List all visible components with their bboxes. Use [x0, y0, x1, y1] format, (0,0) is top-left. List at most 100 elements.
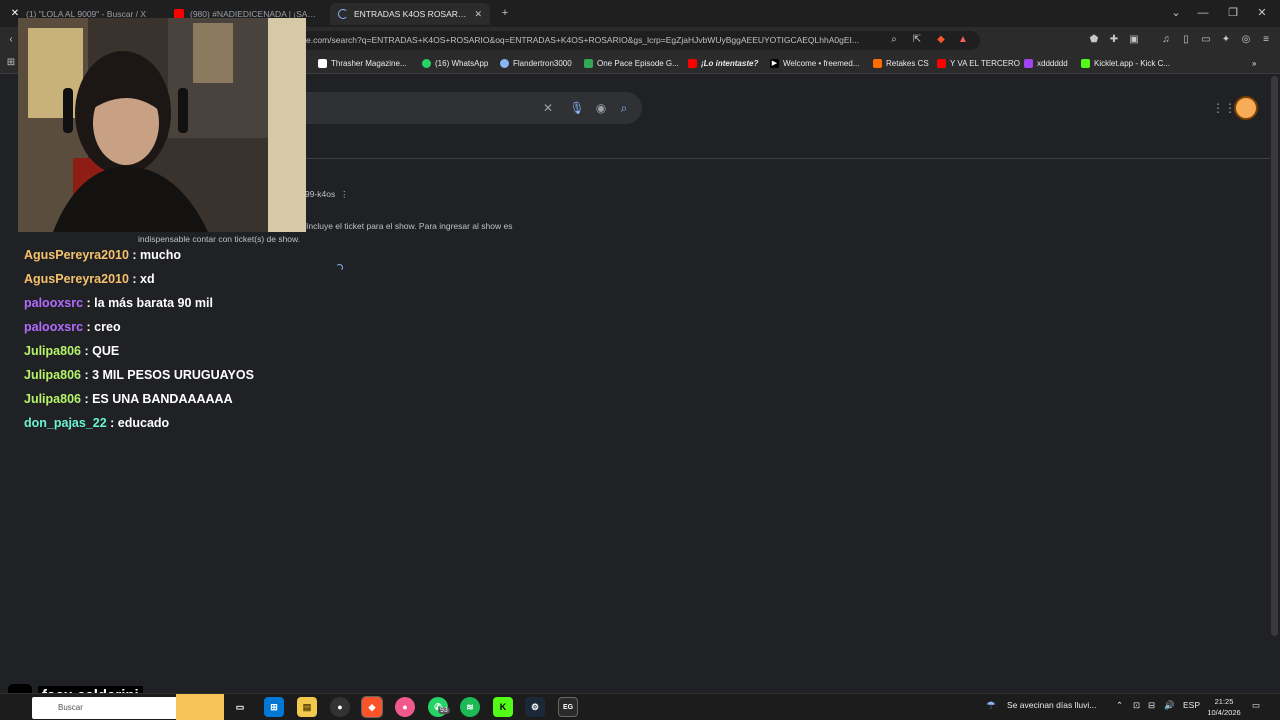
bookmark-item[interactable]: Y VA EL TERCERO	[937, 56, 1020, 71]
chat-message: don_pajas_22 : educado	[24, 414, 324, 438]
whatsapp-icon	[422, 59, 431, 68]
kick-icon[interactable]: K	[493, 697, 513, 717]
tray-chevron-icon[interactable]: ⌃	[1116, 700, 1123, 711]
menu-icon[interactable]: ≡	[1259, 33, 1273, 47]
bookmark-item[interactable]: Kicklet.app - Kick C...	[1081, 56, 1170, 71]
chat-separator: :	[80, 344, 93, 358]
result-options-icon[interactable]: ⋮	[340, 189, 349, 200]
obs-icon[interactable]: ●	[330, 697, 350, 717]
loading-icon	[338, 9, 348, 19]
more-bookmarks-icon[interactable]: »	[1252, 56, 1256, 71]
extension-shield-icon[interactable]: ⬟	[1087, 33, 1101, 47]
network-icon[interactable]: ⊟	[1148, 700, 1155, 711]
result-breadcrumb[interactable]: 99-k4os	[305, 189, 335, 199]
results-divider	[300, 158, 1270, 159]
tray-app-icon[interactable]: ⊡	[1133, 700, 1140, 711]
zoom-icon[interactable]: ⌕	[887, 33, 901, 47]
chat-username: don_pajas_22	[24, 416, 107, 430]
app-icon[interactable]: ●	[395, 697, 415, 717]
search-icon[interactable]: ⌕	[616, 100, 632, 116]
screenshot-icon[interactable]: ▣	[1127, 33, 1141, 47]
chat-message: Julipa806 : QUE	[24, 342, 324, 366]
back-icon[interactable]: ‹	[4, 33, 18, 47]
brave-rewards-icon[interactable]: ▲	[956, 33, 970, 47]
bookmark-favicon-icon	[1024, 59, 1033, 68]
weather-text[interactable]: Se avecinan días lluvi...	[1007, 700, 1096, 710]
leo-ai-icon[interactable]: ✦	[1219, 33, 1233, 47]
lens-search-icon[interactable]: ◉	[593, 100, 609, 116]
chat-message: AgusPereyra2010 : mucho	[24, 246, 324, 270]
chat-separator: :	[80, 368, 93, 382]
chat-separator: :	[83, 296, 95, 310]
bookmark-favicon-icon	[500, 59, 509, 68]
bookmark-item[interactable]: Flandertron3000	[500, 56, 572, 71]
share-icon[interactable]: ⇱	[910, 33, 924, 47]
chat-message: Julipa806 : ES UNA BANDAAAAAA	[24, 390, 324, 414]
bookmark-favicon-icon	[318, 59, 327, 68]
chat-message: palooxsrc : la más barata 90 mil	[24, 294, 324, 318]
tab-search-icon[interactable]: ⌄	[1167, 5, 1185, 21]
sidebar-icon[interactable]: ▯	[1179, 33, 1193, 47]
search-input[interactable]	[300, 92, 642, 124]
chat-separator: :	[106, 416, 118, 430]
tab-google-search[interactable]: ENTRADAS K4OS ROSARIO - Bu... ✕	[330, 3, 490, 25]
bookmark-item[interactable]: ▶ Welcome • freemed...	[770, 56, 859, 71]
scrollbar[interactable]	[1271, 76, 1278, 636]
whatsapp-badge: 93	[438, 707, 450, 714]
maximize-button[interactable]: ❐	[1224, 5, 1242, 21]
task-view-icon[interactable]: ▭	[230, 697, 250, 717]
new-tab-button[interactable]: +	[496, 5, 514, 21]
store-icon[interactable]: ⊞	[264, 697, 284, 717]
language-indicator[interactable]: ESP	[1183, 700, 1200, 710]
bookmark-item[interactable]: (16) WhatsApp	[422, 56, 488, 71]
bookmark-item[interactable]: ¡Lo intentaste?	[688, 56, 758, 71]
close-window-button[interactable]: ✕	[1253, 5, 1271, 21]
chat-message: AgusPereyra2010 : xd	[24, 270, 324, 294]
chat-separator: :	[80, 392, 93, 406]
bookmark-item[interactable]: Retakes CS	[873, 56, 929, 71]
chat-text: ES UNA BANDAAAAAA	[92, 392, 233, 406]
bookmark-item[interactable]: xdddddd	[1024, 56, 1068, 71]
clear-search-icon[interactable]: ✕	[540, 100, 556, 116]
epic-games-icon[interactable]: EG	[558, 697, 578, 717]
wallet-icon[interactable]: ▭	[1199, 33, 1213, 47]
chat-separator: :	[83, 320, 95, 334]
voice-search-icon[interactable]: 🎙	[569, 100, 585, 116]
chat-separator: :	[128, 272, 141, 286]
tab-label: ENTRADAS K4OS ROSARIO - Bu...	[354, 9, 468, 19]
vpn-icon[interactable]: ◎	[1239, 33, 1253, 47]
notifications-icon[interactable]: ▭	[1252, 700, 1260, 711]
webcam-feed	[18, 18, 306, 232]
sheets-icon	[584, 59, 593, 68]
stream-chat: AgusPereyra2010 : mucho AgusPereyra2010 :…	[24, 246, 324, 438]
play-icon: ▶	[770, 59, 779, 68]
chat-separator: :	[128, 248, 141, 262]
apps-icon[interactable]: ⊞	[4, 56, 18, 70]
youtube-icon	[688, 59, 697, 68]
minimize-button[interactable]: —	[1194, 5, 1212, 21]
bookmark-item[interactable]: One Pace Episode G...	[584, 56, 679, 71]
chat-username: AgusPereyra2010	[24, 272, 129, 286]
spotify-icon[interactable]: ≋	[460, 697, 480, 717]
extensions-icon[interactable]: ✚	[1107, 33, 1121, 47]
weather-icon[interactable]: ☂	[986, 699, 1000, 713]
google-apps-icon[interactable]: ⋮⋮	[1212, 100, 1236, 116]
clock[interactable]: 21:25 10/4/2026	[1204, 696, 1244, 718]
media-icon[interactable]: ♫	[1159, 33, 1173, 47]
bookmark-favicon-icon	[873, 59, 882, 68]
brave-shield-icon[interactable]: ◆	[934, 33, 948, 47]
close-tab-icon[interactable]: ✕	[474, 9, 482, 20]
volume-icon[interactable]: 🔊	[1164, 700, 1175, 711]
file-explorer-icon[interactable]: ▤	[297, 697, 317, 717]
steam-icon[interactable]: ⚙	[525, 697, 545, 717]
brave-icon[interactable]: ◆	[361, 696, 383, 718]
chat-text: la más barata 90 mil	[94, 296, 213, 310]
chat-message: Julipa806 : 3 MIL PESOS URUGUAYOS	[24, 366, 324, 390]
chat-text: creo	[94, 320, 121, 334]
search-highlight-image	[176, 694, 224, 720]
chat-text: 3 MIL PESOS URUGUAYOS	[92, 368, 254, 382]
address-bar[interactable]: e.com/search?q=ENTRADAS+K4OS+ROSARIO&oq=…	[300, 31, 980, 50]
avatar[interactable]	[1234, 96, 1258, 120]
bookmark-item[interactable]: Thrasher Magazine...	[318, 56, 407, 71]
chat-username: palooxsrc	[24, 296, 84, 310]
